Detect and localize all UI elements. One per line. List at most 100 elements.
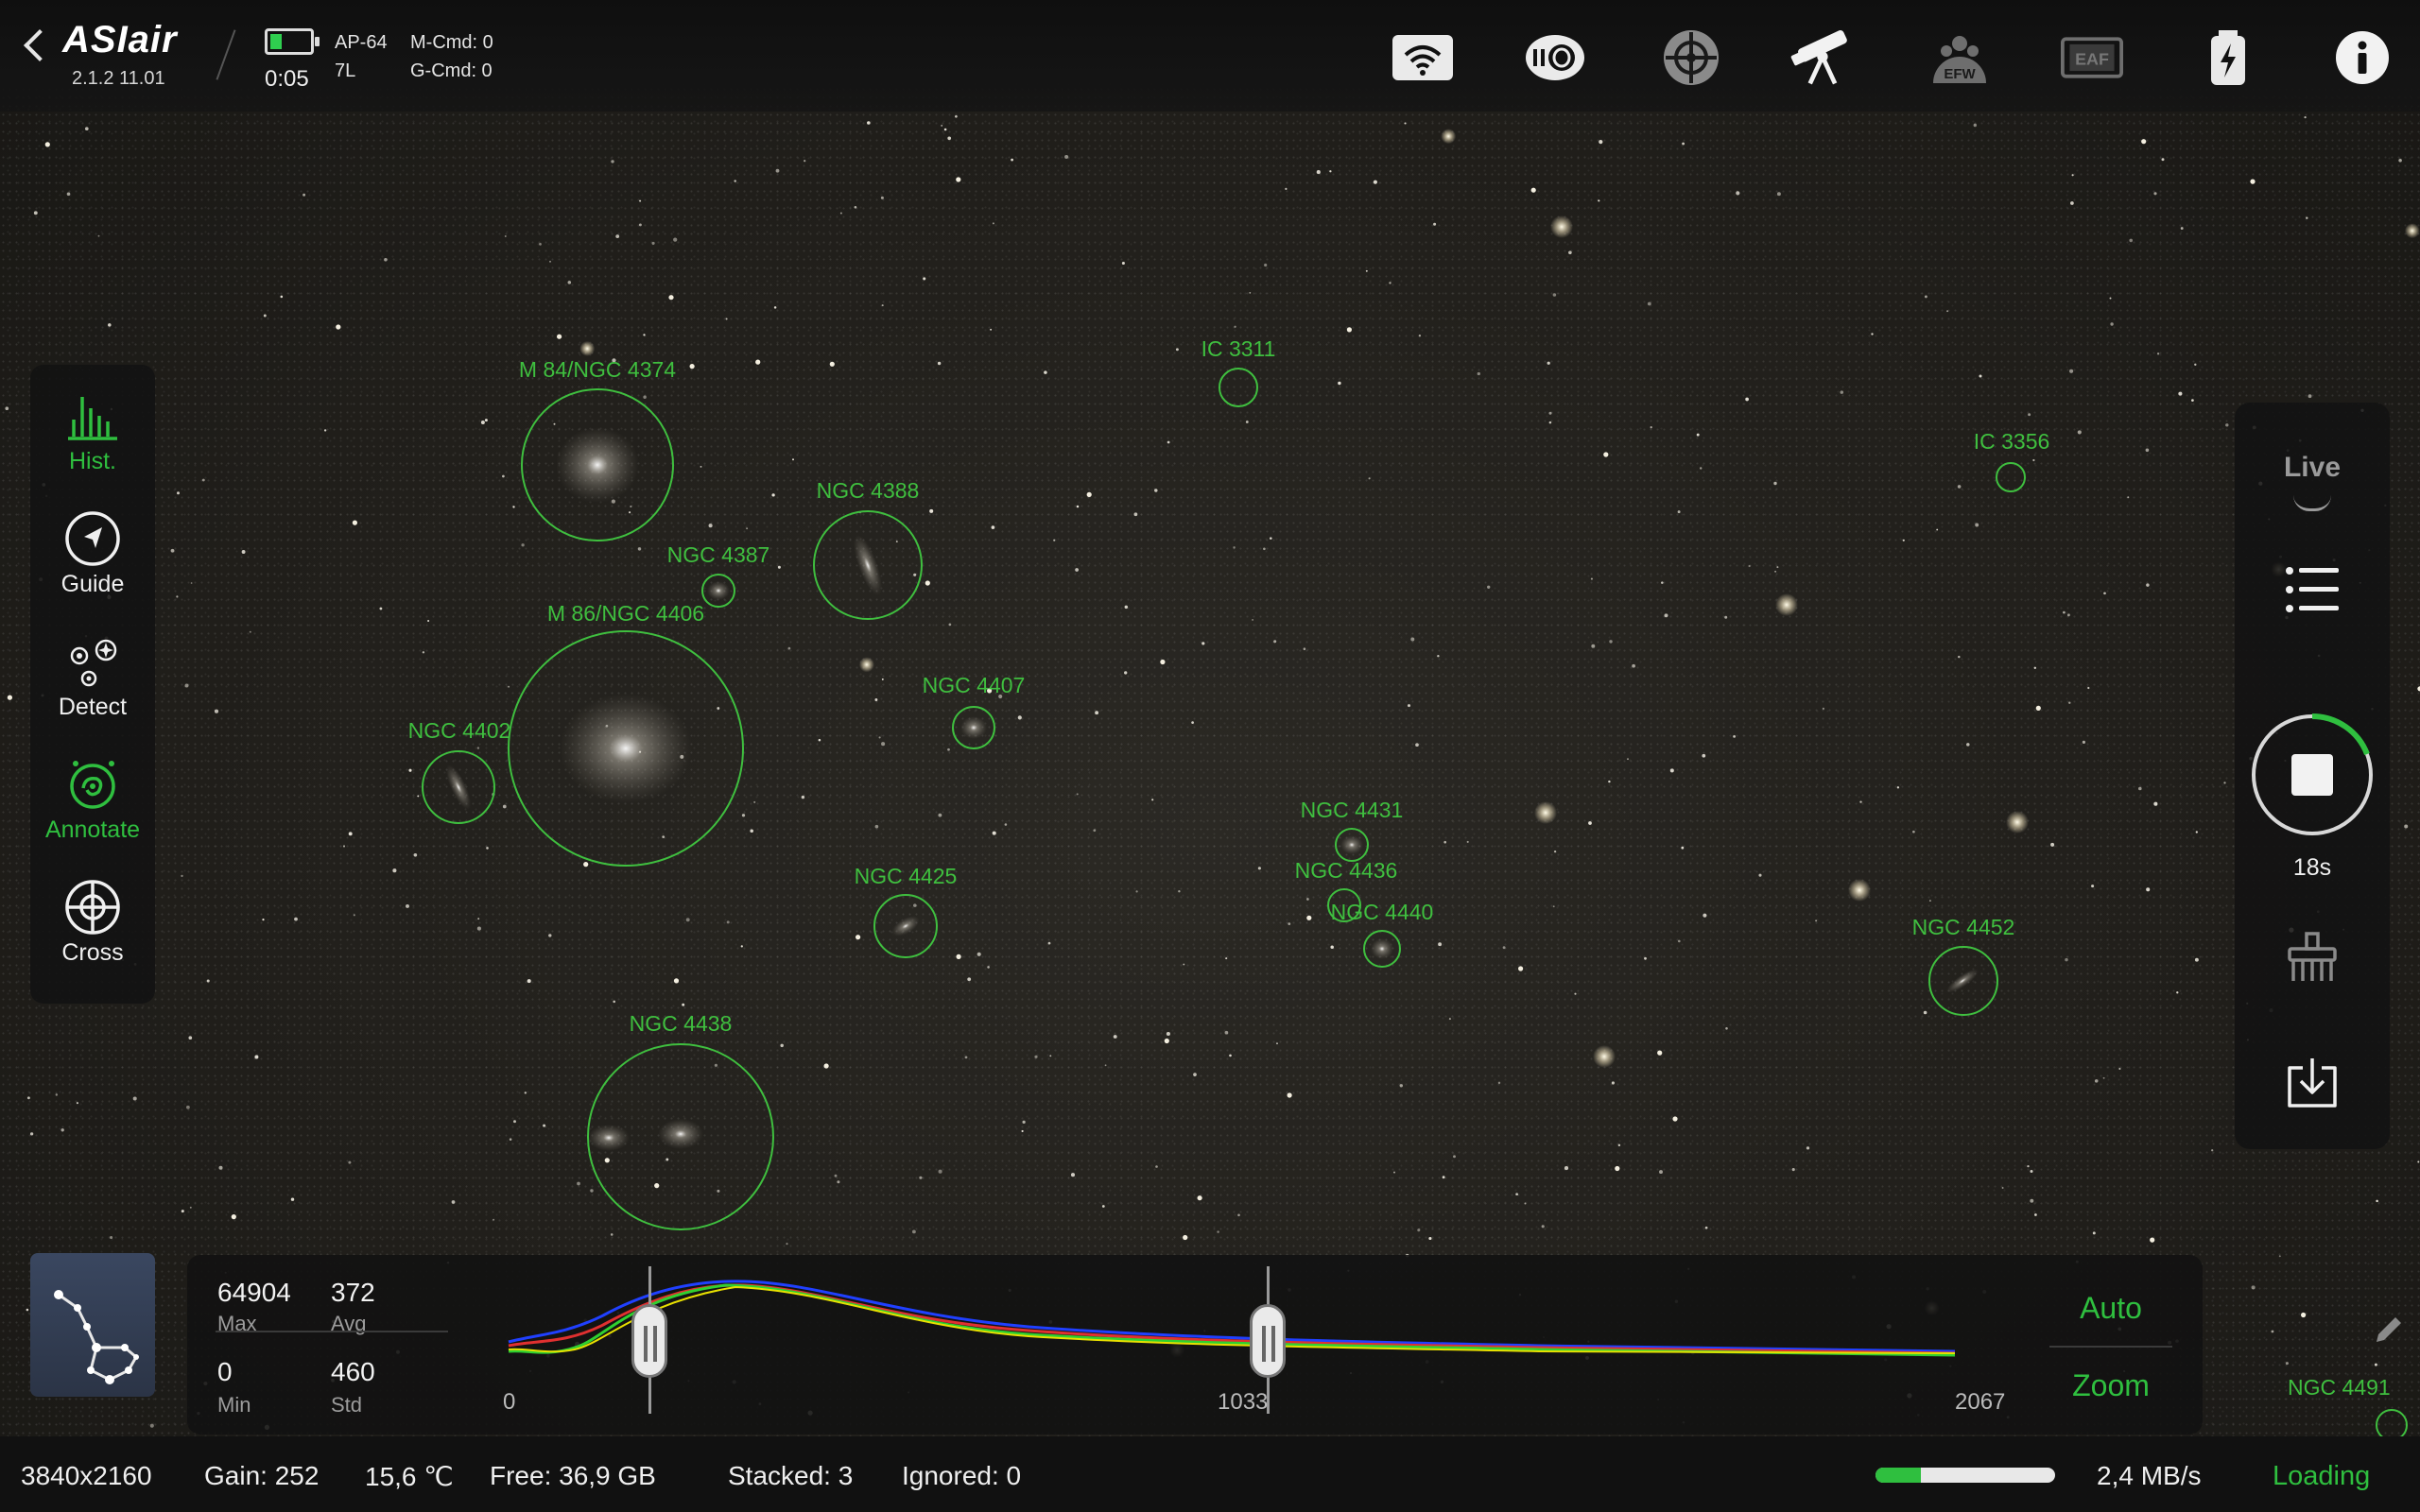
button-divider bbox=[2049, 1346, 2172, 1348]
auto-stretch-button[interactable]: Auto bbox=[2031, 1291, 2191, 1326]
star bbox=[504, 235, 507, 237]
tool-annotate[interactable]: Annotate bbox=[30, 737, 155, 860]
bright-star bbox=[1848, 879, 1871, 902]
stop-icon bbox=[2291, 754, 2333, 796]
black-point-handle[interactable] bbox=[631, 1304, 667, 1378]
annotation-label: NGC 4387 bbox=[666, 542, 770, 567]
star bbox=[476, 926, 481, 931]
star bbox=[1224, 1030, 1229, 1035]
star bbox=[1681, 846, 1685, 850]
star bbox=[60, 1128, 64, 1132]
star bbox=[543, 1124, 546, 1127]
guide-camera-icon[interactable] bbox=[1660, 28, 1722, 87]
download-icon[interactable] bbox=[2284, 1055, 2341, 1111]
clean-brush-icon[interactable] bbox=[2284, 928, 2341, 985]
star bbox=[1745, 397, 1749, 402]
star bbox=[1650, 426, 1652, 429]
star bbox=[1433, 222, 1437, 226]
star bbox=[294, 917, 298, 921]
back-icon[interactable] bbox=[24, 29, 56, 61]
star bbox=[605, 724, 609, 728]
tool-cross[interactable]: Cross bbox=[30, 860, 155, 983]
bright-star bbox=[1550, 215, 1573, 238]
right-control-panel: Live 18s bbox=[2235, 403, 2390, 1149]
star bbox=[502, 804, 507, 809]
constellation-preview[interactable] bbox=[30, 1253, 155, 1397]
star bbox=[1075, 568, 1079, 572]
chevron-down-icon[interactable] bbox=[2293, 495, 2331, 511]
navigation-icon bbox=[65, 511, 120, 566]
tool-hist[interactable]: Hist. bbox=[30, 369, 155, 491]
star bbox=[1373, 180, 1377, 184]
info-icon[interactable] bbox=[2331, 28, 2394, 87]
efw-icon[interactable]: EFW bbox=[1928, 28, 1991, 87]
star bbox=[290, 1197, 295, 1201]
star bbox=[673, 237, 678, 242]
annotation-label: NGC 4388 bbox=[816, 478, 920, 503]
star bbox=[477, 918, 480, 920]
white-point-handle[interactable] bbox=[1250, 1304, 1286, 1378]
star bbox=[1164, 1038, 1169, 1044]
star bbox=[384, 258, 388, 262]
star bbox=[2271, 1330, 2274, 1333]
star bbox=[1608, 780, 1611, 783]
star bbox=[2118, 1067, 2121, 1071]
star bbox=[717, 707, 720, 710]
star bbox=[1677, 510, 1681, 514]
star bbox=[1004, 823, 1008, 826]
star bbox=[780, 1043, 784, 1048]
star bbox=[2030, 1198, 2034, 1203]
star bbox=[1672, 1116, 1678, 1122]
camera-icon[interactable] bbox=[1524, 28, 1586, 87]
star bbox=[1442, 1176, 1445, 1179]
star bbox=[913, 903, 917, 907]
histogram-curve[interactable] bbox=[499, 1268, 1974, 1391]
star bbox=[2063, 610, 2066, 614]
star bbox=[755, 359, 761, 365]
zoom-button[interactable]: Zoom bbox=[2031, 1368, 2191, 1403]
star bbox=[214, 709, 219, 713]
star bbox=[1617, 1143, 1621, 1147]
star bbox=[254, 1055, 259, 1059]
annotation-label: NGC 4452 bbox=[1911, 915, 2015, 939]
stat-avg-label: Avg bbox=[331, 1312, 367, 1335]
left-tool-panel: Hist. Guide Detect Annotate Cross bbox=[30, 365, 155, 1004]
star bbox=[2103, 592, 2106, 595]
star bbox=[1437, 654, 1440, 658]
star bbox=[878, 736, 881, 739]
star bbox=[1133, 512, 1138, 517]
star bbox=[2034, 1213, 2037, 1216]
telescope-icon[interactable] bbox=[1790, 28, 1853, 87]
star bbox=[1229, 1054, 1232, 1057]
star bbox=[2304, 115, 2307, 119]
star bbox=[1979, 374, 1982, 378]
star bbox=[913, 573, 917, 576]
crosshair-icon bbox=[65, 880, 120, 935]
star bbox=[176, 595, 179, 598]
star bbox=[509, 1138, 512, 1141]
pencil-icon[interactable] bbox=[2369, 1312, 2407, 1349]
star bbox=[734, 180, 736, 182]
star bbox=[680, 754, 684, 759]
star bbox=[2092, 1231, 2096, 1235]
stacked-count: Stacked: 3 bbox=[728, 1461, 854, 1490]
mode-selector[interactable]: Live bbox=[2235, 452, 2390, 484]
tool-detect[interactable]: Detect bbox=[30, 614, 155, 737]
stop-capture-button[interactable] bbox=[2248, 711, 2377, 839]
list-icon[interactable] bbox=[2284, 565, 2341, 614]
star bbox=[1249, 291, 1252, 294]
star bbox=[353, 914, 355, 917]
star bbox=[682, 1003, 685, 1006]
star bbox=[1407, 704, 1411, 708]
star bbox=[1568, 250, 1572, 255]
tool-guide[interactable]: Guide bbox=[30, 491, 155, 614]
star bbox=[1946, 310, 1949, 313]
star bbox=[1264, 263, 1268, 267]
tool-hist-label: Hist. bbox=[69, 448, 116, 474]
star bbox=[392, 868, 397, 873]
power-icon[interactable] bbox=[2197, 28, 2259, 87]
wifi-icon[interactable] bbox=[1392, 28, 1454, 87]
star bbox=[1257, 867, 1261, 870]
eaf-icon[interactable]: EAF bbox=[2061, 28, 2123, 87]
star bbox=[2156, 352, 2160, 355]
